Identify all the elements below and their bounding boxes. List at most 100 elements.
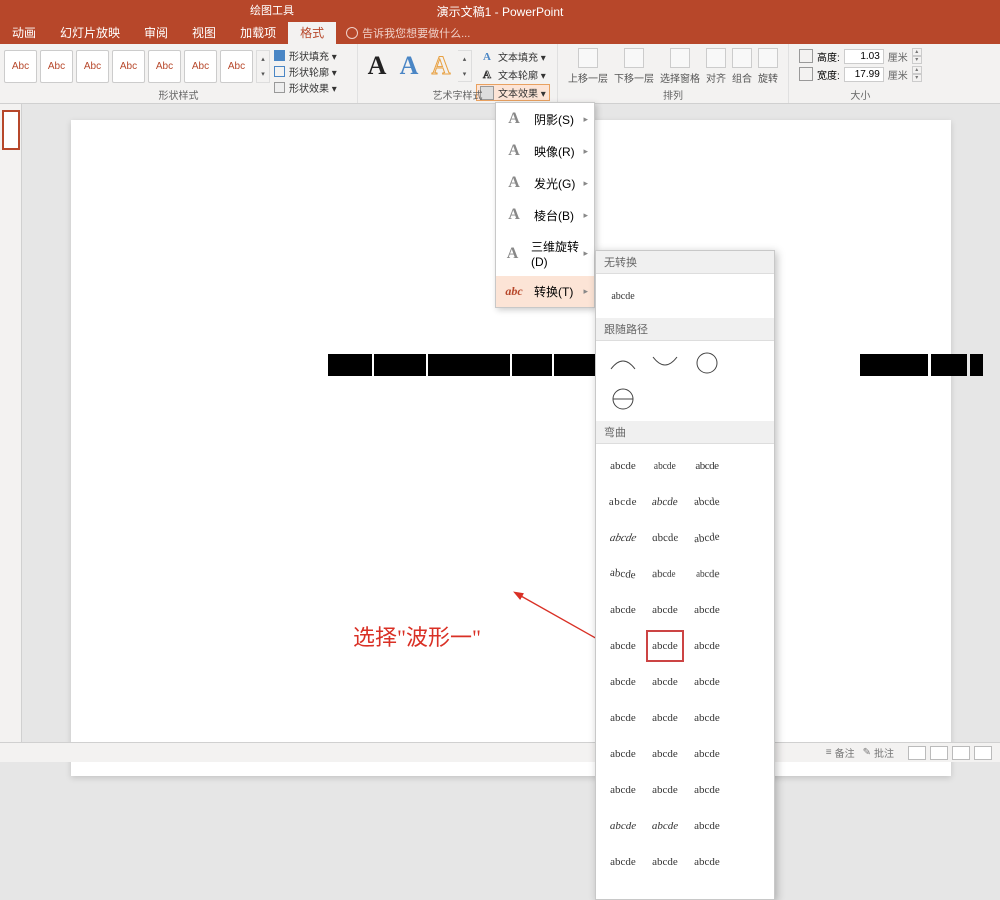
section-follow-path: 跟随路径	[596, 318, 774, 341]
menu-transform[interactable]: abc转换(T)▸	[496, 276, 594, 307]
menu-reflection[interactable]: A映像(R)▸	[496, 135, 594, 167]
transform-warp[interactable]: abcde	[646, 738, 684, 770]
style-gallery-more[interactable]: ▴▾	[256, 50, 270, 83]
style-thumb[interactable]: Abc	[4, 50, 37, 83]
tab-addins[interactable]: 加载项	[228, 22, 288, 44]
notes-button[interactable]: ≡备注	[826, 745, 855, 760]
tab-animations[interactable]: 动画	[0, 22, 48, 44]
transform-warp[interactable]: abcde	[688, 522, 726, 554]
transform-warp[interactable]: abcde	[604, 810, 642, 842]
menu-3d-rotation[interactable]: A三维旋转(D)▸	[496, 231, 594, 276]
transform-warp[interactable]: abcde	[646, 702, 684, 734]
transform-warp[interactable]: abcde	[646, 810, 684, 842]
text-outline-button[interactable]: A文本轮廓 ▾	[476, 66, 550, 83]
height-spinner[interactable]: ▴▾	[912, 48, 922, 64]
style-thumb[interactable]: Abc	[184, 50, 217, 83]
slide-thumbnail-1[interactable]	[2, 110, 20, 150]
selection-pane-icon	[670, 48, 690, 68]
height-input[interactable]: 1.03	[844, 49, 884, 64]
transform-warp[interactable]: abcde	[688, 450, 726, 482]
transform-icon: abc	[504, 284, 524, 299]
style-thumb[interactable]: Abc	[40, 50, 73, 83]
transform-warp[interactable]: abcde	[646, 450, 684, 482]
wordart-gallery: A A A ▴▾	[362, 50, 472, 82]
style-thumb[interactable]: Abc	[148, 50, 181, 83]
transform-wave-1[interactable]: abcde	[646, 630, 684, 662]
transform-warp[interactable]: abcde	[604, 738, 642, 770]
menu-bevel[interactable]: A棱台(B)▸	[496, 199, 594, 231]
reading-view-button[interactable]	[952, 746, 970, 760]
transform-warp[interactable]: abcde	[604, 594, 642, 626]
transform-warp[interactable]: abcde	[604, 846, 642, 878]
tell-me-search[interactable]: 告诉我您想要做什么...	[336, 22, 480, 44]
text-fill-button[interactable]: A文本填充 ▾	[476, 48, 550, 65]
bring-forward-button[interactable]: 上移一层	[568, 48, 608, 85]
menu-shadow[interactable]: A阴影(S)▸	[496, 103, 594, 135]
transform-path-arch[interactable]	[604, 347, 642, 379]
wordart-thumb[interactable]: A	[394, 50, 424, 82]
tell-me-placeholder: 告诉我您想要做什么...	[362, 25, 470, 41]
transform-warp[interactable]: abcde	[604, 774, 642, 806]
shape-outline-button[interactable]: 形状轮廓 ▾	[274, 64, 337, 79]
title-bar: 绘图工具 演示文稿1 - PowerPoint	[0, 0, 1000, 22]
transform-warp[interactable]: abcde	[646, 558, 684, 590]
comments-button[interactable]: ✎批注	[863, 745, 894, 760]
bring-forward-icon	[578, 48, 598, 68]
transform-warp[interactable]: abcde	[688, 558, 726, 590]
transform-warp[interactable]: abcde	[646, 774, 684, 806]
wordart-gallery-more[interactable]: ▴▾	[458, 50, 472, 82]
width-input[interactable]: 17.99	[844, 67, 884, 82]
transform-warp[interactable]: abcde	[604, 666, 642, 698]
transform-warp[interactable]: abcde	[688, 486, 726, 518]
transform-warp[interactable]: abcde	[688, 630, 726, 662]
outline-icon	[274, 66, 285, 77]
text-effects-menu: A阴影(S)▸ A映像(R)▸ A发光(G)▸ A棱台(B)▸ A三维旋转(D)…	[495, 102, 595, 308]
tab-view[interactable]: 视图	[180, 22, 228, 44]
transform-warp[interactable]: abcde	[646, 522, 684, 554]
transform-warp[interactable]: abcde	[646, 666, 684, 698]
wordart-thumb[interactable]: A	[362, 50, 392, 82]
sorter-view-button[interactable]	[930, 746, 948, 760]
transform-warp[interactable]: abcde	[688, 738, 726, 770]
selection-pane-button[interactable]: 选择窗格	[660, 48, 700, 85]
annotation-label: 选择"波形一"	[353, 620, 481, 652]
transform-warp[interactable]: abcde	[646, 594, 684, 626]
transform-warp[interactable]: abcde	[688, 666, 726, 698]
group-button[interactable]: 组合	[732, 48, 752, 85]
normal-view-button[interactable]	[908, 746, 926, 760]
send-backward-button[interactable]: 下移一层	[614, 48, 654, 85]
slide-thumbnails-pane[interactable]	[0, 104, 22, 762]
shape-fill-button[interactable]: 形状填充 ▾	[274, 48, 337, 63]
transform-warp[interactable]: abcde	[688, 810, 726, 842]
rotate-button[interactable]: 旋转	[758, 48, 778, 85]
wordart-thumb[interactable]: A	[426, 50, 456, 82]
text-shape-segments[interactable]	[328, 354, 624, 376]
transform-none[interactable]: abcde	[604, 280, 642, 312]
transform-warp[interactable]: abcde	[688, 702, 726, 734]
transform-warp[interactable]: abcde	[604, 558, 642, 590]
transform-warp[interactable]: abcde	[646, 486, 684, 518]
transform-path-circle[interactable]	[688, 347, 726, 379]
style-thumb[interactable]: Abc	[76, 50, 109, 83]
transform-warp[interactable]: abcde	[688, 846, 726, 878]
transform-path-button[interactable]	[604, 383, 642, 415]
tab-format[interactable]: 格式	[288, 22, 336, 44]
transform-warp[interactable]: abcde	[604, 522, 642, 554]
slideshow-view-button[interactable]	[974, 746, 992, 760]
text-shape-segments-right[interactable]	[860, 354, 983, 376]
width-spinner[interactable]: ▴▾	[912, 66, 922, 82]
transform-warp[interactable]: abcde	[646, 846, 684, 878]
transform-warp[interactable]: abcde	[688, 774, 726, 806]
transform-path-valley[interactable]	[646, 347, 684, 379]
transform-warp[interactable]: abcde	[688, 594, 726, 626]
transform-warp[interactable]: abcde	[604, 486, 642, 518]
align-button[interactable]: 对齐	[706, 48, 726, 85]
transform-warp[interactable]: abcde	[604, 702, 642, 734]
tab-slideshow[interactable]: 幻灯片放映	[48, 22, 132, 44]
transform-warp[interactable]: abcde	[604, 630, 642, 662]
menu-glow[interactable]: A发光(G)▸	[496, 167, 594, 199]
tab-review[interactable]: 审阅	[132, 22, 180, 44]
style-thumb[interactable]: Abc	[112, 50, 145, 83]
style-thumb[interactable]: Abc	[220, 50, 253, 83]
transform-warp[interactable]: abcde	[604, 450, 642, 482]
